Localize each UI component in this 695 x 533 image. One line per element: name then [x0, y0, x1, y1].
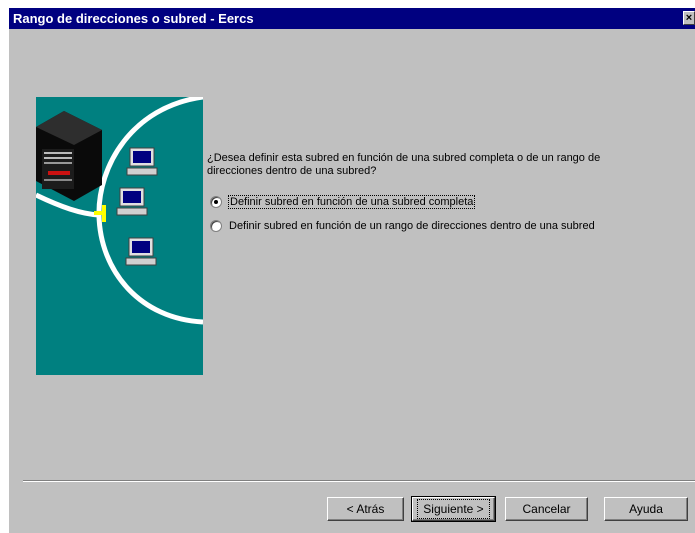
option-full-subnet-label[interactable]: Definir subred en función de una subred … [227, 195, 476, 209]
radio-selected-dot [214, 200, 218, 204]
next-button-label: Siguiente > [417, 499, 490, 519]
close-button[interactable]: × [683, 11, 695, 25]
radio-full-subnet[interactable] [210, 196, 222, 208]
separator [23, 480, 695, 482]
question-text: ¿Desea definir esta subred en función de… [207, 152, 601, 177]
close-icon: × [685, 12, 693, 24]
computer-icon [126, 147, 158, 176]
cancel-button[interactable]: Cancelar [505, 497, 588, 521]
option-full-subnet[interactable]: Definir subred en función de una subred … [210, 195, 476, 209]
help-button[interactable]: Ayuda [604, 497, 688, 521]
window-title: Rango de direcciones o subred - Eercs [13, 11, 254, 26]
server-icon [36, 111, 102, 201]
back-button[interactable]: < Atrás [327, 497, 404, 521]
option-address-range-label[interactable]: Definir subred en función de un rango de… [229, 220, 595, 232]
network-illustration [36, 97, 203, 375]
help-button-label: Ayuda [629, 502, 663, 516]
radio-address-range[interactable] [210, 220, 222, 232]
network-illustration-svg [36, 97, 203, 325]
wizard-window: Rango de direcciones o subred - Eercs × [9, 8, 695, 533]
computer-icon [125, 237, 157, 266]
title-bar[interactable]: Rango de direcciones o subred - Eercs × [9, 8, 695, 29]
computer-icon [116, 187, 148, 216]
network-cable-icon [96, 97, 203, 325]
cancel-button-label: Cancelar [522, 502, 571, 516]
back-button-label: < Atrás [346, 502, 385, 516]
network-cable-icon [36, 192, 100, 218]
next-button[interactable]: Siguiente > [411, 496, 496, 522]
option-address-range[interactable]: Definir subred en función de un rango de… [210, 220, 595, 232]
